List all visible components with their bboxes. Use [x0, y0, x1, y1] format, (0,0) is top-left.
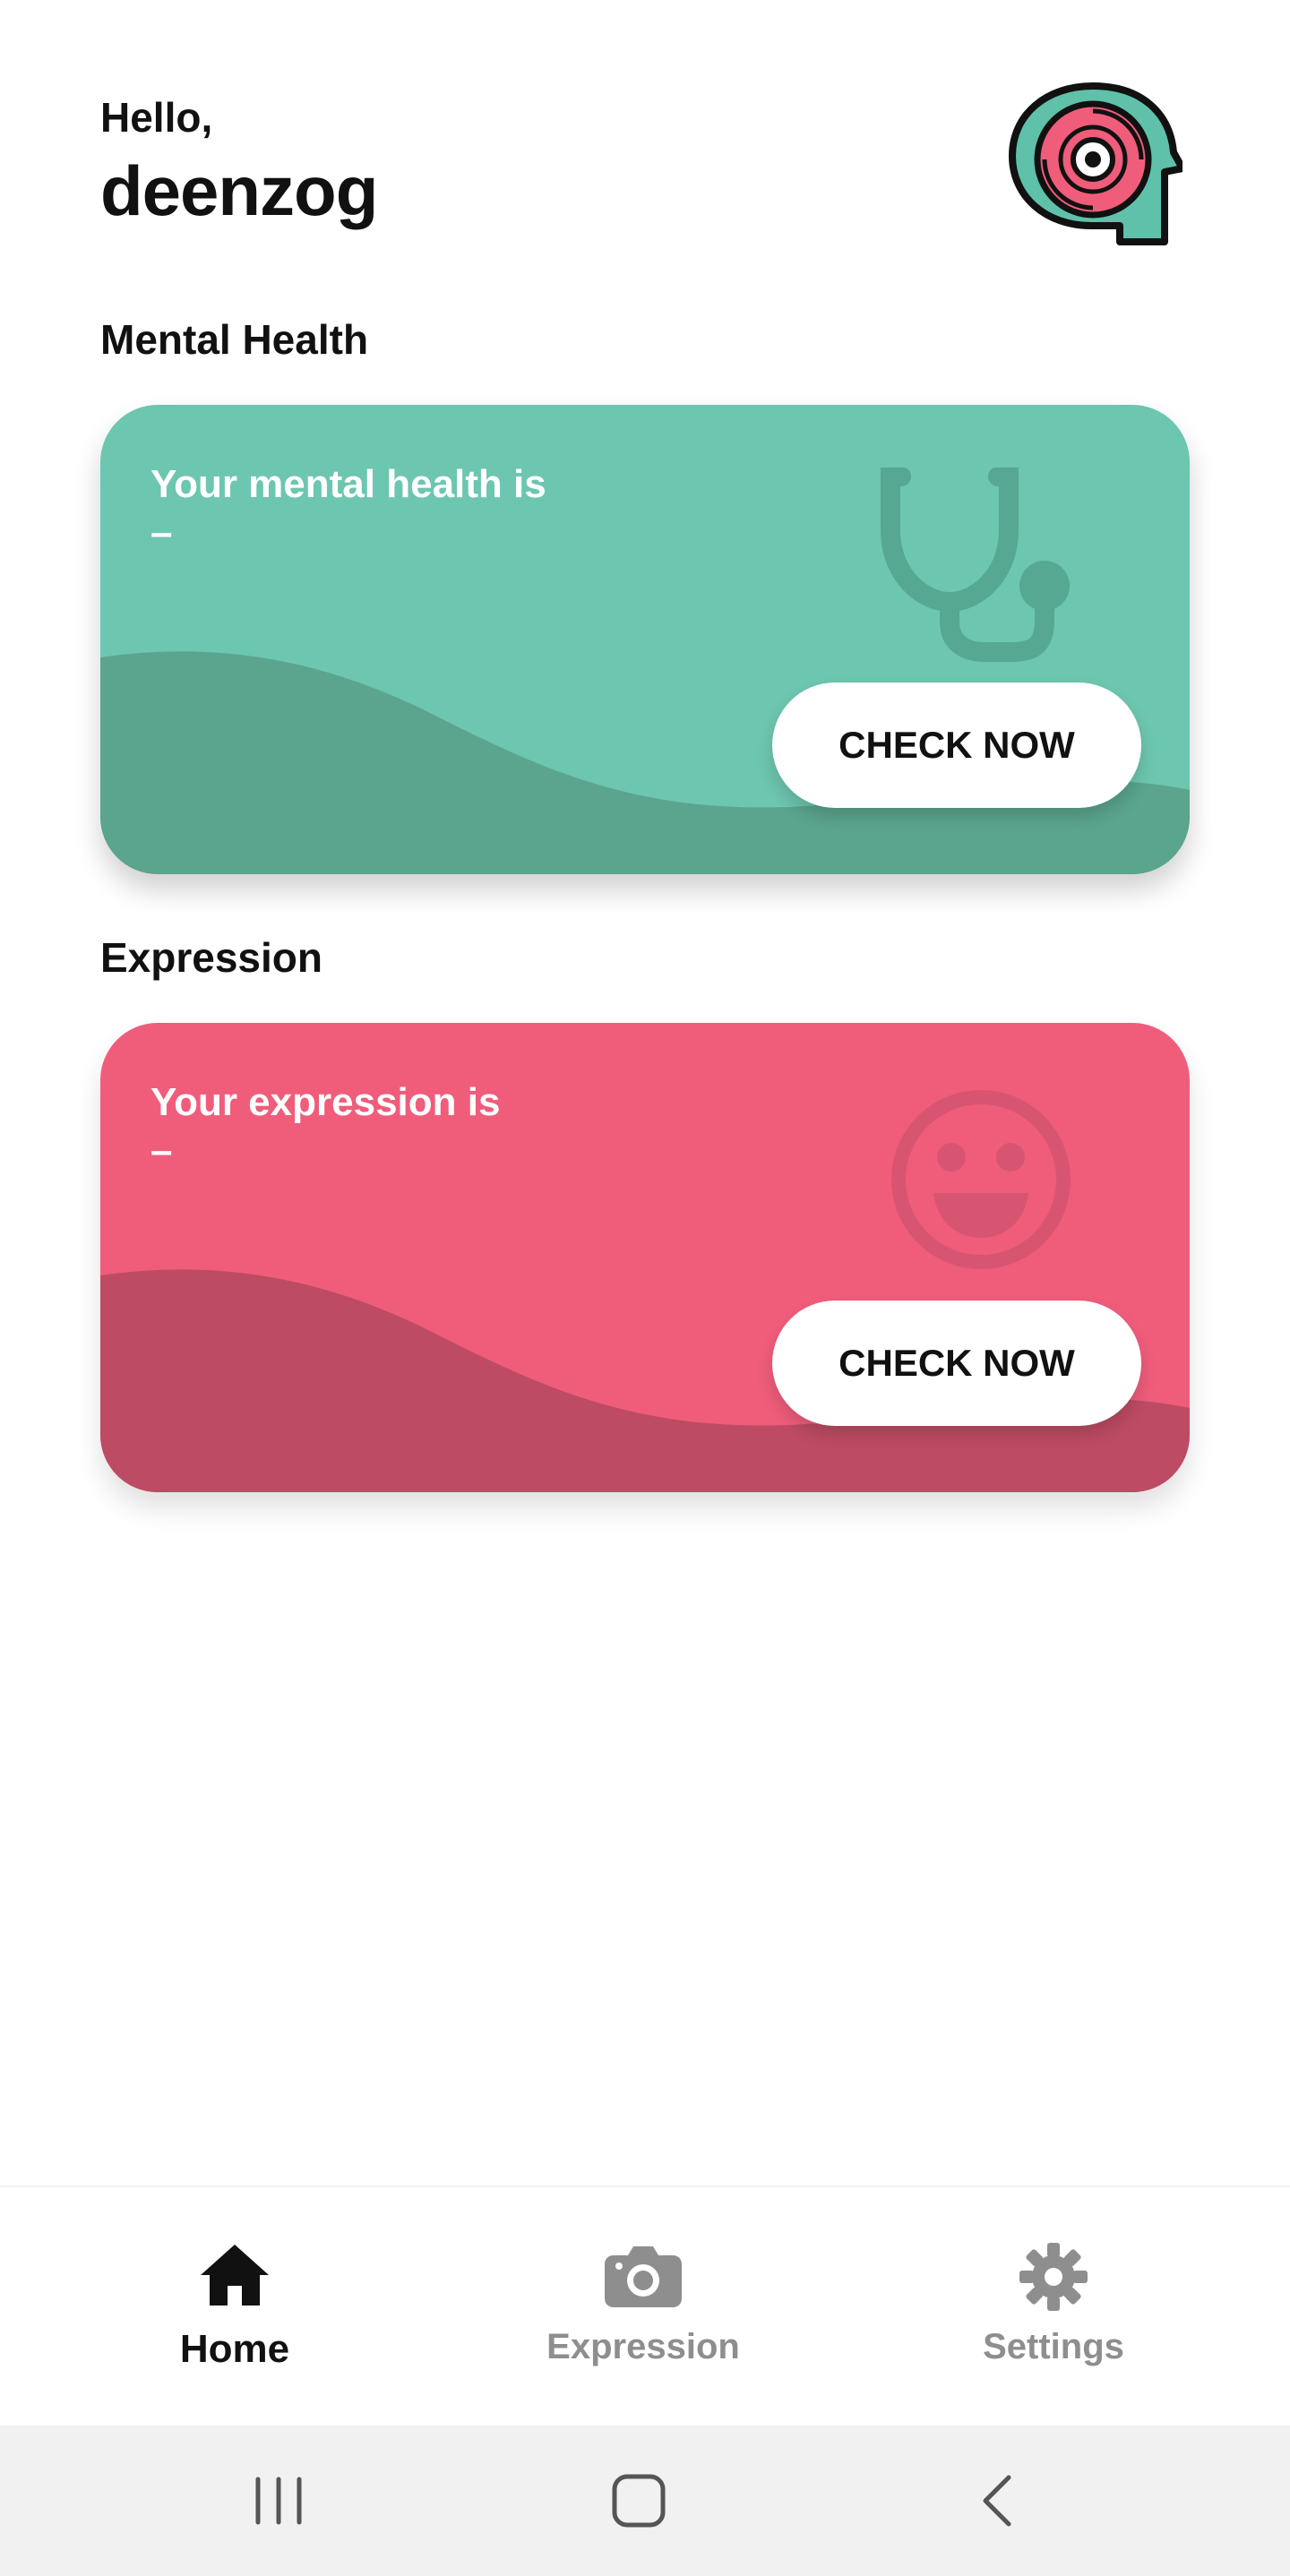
stethoscope-icon	[881, 468, 1070, 662]
bottom-navigation: Home Expression Settings	[0, 2185, 1290, 2426]
mental-health-value: –	[150, 511, 173, 554]
home-icon	[201, 2245, 269, 2306]
brain-target-logo-icon[interactable]	[1007, 82, 1182, 245]
nav-item-settings[interactable]: Settings	[919, 2187, 1188, 2427]
expression-card: Your expression is – CHECK NOW	[100, 1023, 1190, 1492]
gear-icon	[1019, 2243, 1088, 2311]
section-title-expression: Expression	[100, 934, 322, 981]
camera-icon	[605, 2246, 682, 2307]
greeting: Hello,	[100, 94, 213, 141]
username: deenzog	[100, 151, 378, 230]
section-title-mental-health: Mental Health	[100, 316, 369, 363]
check-expression-button[interactable]: CHECK NOW	[772, 1301, 1141, 1426]
nav-item-expression[interactable]: Expression	[509, 2187, 778, 2427]
nav-label-settings: Settings	[983, 2327, 1124, 2366]
nav-label-expression: Expression	[546, 2327, 740, 2366]
mental-health-card: Your mental health is – CHECK NOW	[100, 405, 1190, 874]
expression-label: Your expression is	[150, 1080, 501, 1124]
back-chevron-icon[interactable]	[959, 2465, 1039, 2537]
check-mental-health-button[interactable]: CHECK NOW	[772, 683, 1141, 808]
mental-health-label: Your mental health is	[150, 462, 546, 506]
system-navigation-bar	[0, 2426, 1290, 2576]
smile-face-icon	[891, 1090, 1071, 1269]
nav-item-home[interactable]: Home	[100, 2187, 369, 2427]
expression-value: –	[150, 1129, 173, 1172]
nav-label-home: Home	[179, 2327, 290, 2371]
home-square-icon[interactable]	[598, 2465, 679, 2537]
recents-icon[interactable]	[238, 2465, 319, 2537]
